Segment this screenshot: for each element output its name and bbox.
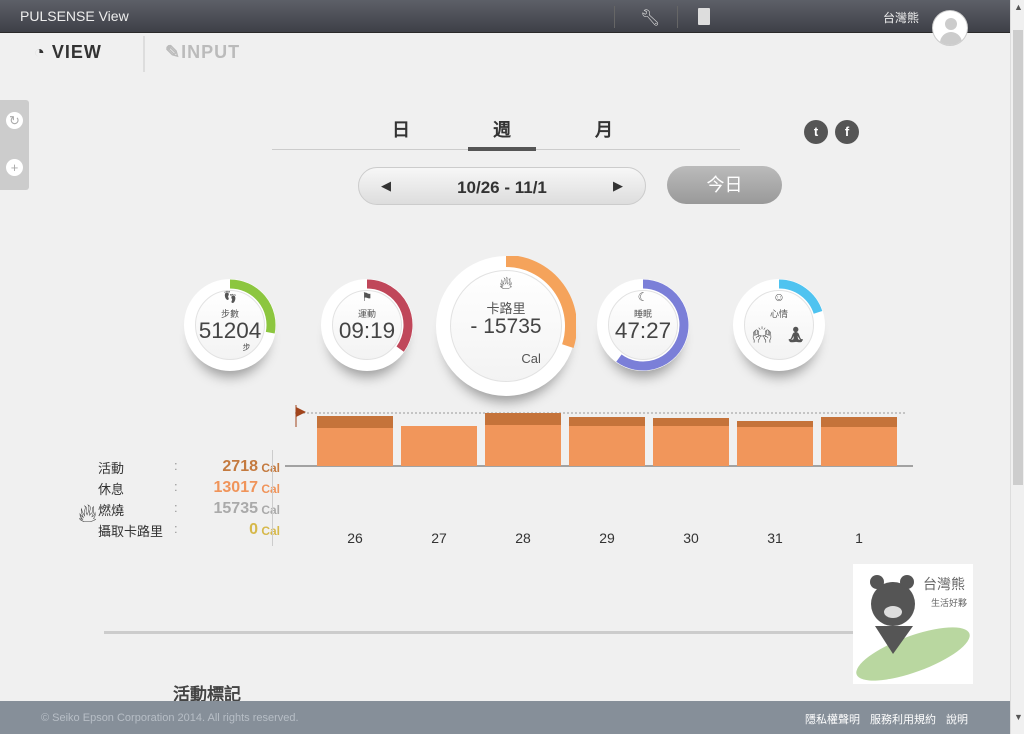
bar-active [317,416,393,428]
x-tick-label: 28 [515,530,531,546]
active-tab-indicator [468,147,536,151]
x-tick-label: 27 [431,530,447,546]
plus-icon[interactable]: + [6,159,23,176]
date-range: 10/26 - 11/1 [457,178,547,197]
x-tick-label: 26 [347,530,363,546]
dial-mood[interactable]: ☺ 心情 🙌︎ 🧘︎ [733,279,825,371]
bar-rest [653,426,729,466]
dial-exercise[interactable]: ⚑ 運動 09:19 [321,279,413,371]
bar-active [737,421,813,427]
bear-logo: 台灣熊生活好夥 [853,564,973,684]
bar-rest [485,425,561,466]
svg-text:台灣熊: 台灣熊 [923,576,965,592]
tab-input[interactable]: ✎INPUT [165,42,240,63]
mood-figures-icon: 🙌︎ 🧘︎ [752,327,806,344]
dial-steps[interactable]: 👣︎ 步數 51204 步 [184,279,276,371]
target-flag-icon [296,407,306,417]
bar-active [485,413,561,425]
app-title: PULSENSE View [20,8,129,24]
top-bar: PULSENSE View 🔧︎ 台灣熊 [0,0,1010,33]
avatar[interactable] [932,10,968,46]
legend-row: 燃燒:15735 Cal [98,500,280,518]
legend-row: 活動:2718 Cal [98,458,280,476]
facebook-icon[interactable]: f [835,120,859,144]
twitter-icon[interactable]: t [804,120,828,144]
x-tick-label: 31 [767,530,783,546]
date-navigator: 10/26 - 11/1 ◀ ▶ [358,167,646,205]
svg-text:生活好夥: 生活好夥 [931,597,967,608]
x-tick-label: 30 [683,530,699,546]
today-button[interactable]: 今日 [667,166,782,204]
mood-icon: ☺ [772,290,786,305]
legend-row: 休息:13017 Cal [98,479,280,497]
side-toolbar: ↻ + [0,100,29,190]
bar-rest [401,426,477,466]
refresh-icon: ◔ [34,42,46,62]
user-name[interactable]: 台灣熊 [883,9,919,26]
prev-week-button[interactable]: ◀ [381,178,391,194]
tab-day[interactable]: 日 [392,116,410,142]
bar-active [653,418,729,426]
x-tick-label: 1 [855,530,863,546]
pencil-icon: ✎ [165,42,182,62]
wrench-icon[interactable]: 🔧︎ [640,8,660,28]
tab-week[interactable]: 週 [493,116,511,142]
legend-row: 攝取卡路里:0 Cal [98,521,280,539]
terms-link[interactable]: 服務利用規約 [870,714,936,726]
next-week-button[interactable]: ▶ [613,178,623,194]
x-tick-label: 29 [599,530,615,546]
steps-icon: 👣︎ [222,290,238,305]
tab-view[interactable]: ◔ VIEW [34,42,102,63]
bar-rest [569,426,645,466]
footer: © Seiko Epson Corporation 2014. All righ… [0,701,1010,734]
sleep-icon: ☾ [637,290,649,305]
scrollbar[interactable]: ▲ ▼ [1010,0,1024,734]
bar-rest [737,427,813,466]
calories-icon: 🔥︎ [499,272,513,293]
door-exit-icon[interactable] [698,8,710,25]
privacy-link[interactable]: 隱私權聲明 [805,714,860,726]
divider [614,6,615,28]
bar-rest [317,428,393,466]
help-link[interactable]: 說明 [946,714,968,726]
dial-calories[interactable]: 🔥︎ 卡路里 - 15735 Cal [436,256,576,396]
refresh-icon[interactable]: ↻ [6,112,23,129]
calorie-bar-chart: 26 27 28 29 30 31 1 [285,400,915,550]
divider [677,6,678,28]
dial-sleep[interactable]: ☾ 睡眠 47:27 [597,279,689,371]
bar-active [569,417,645,426]
bar-rest [821,427,897,466]
tab-month[interactable]: 月 [595,116,613,142]
exercise-icon: ⚑ [361,290,373,305]
bar-active [821,417,897,427]
